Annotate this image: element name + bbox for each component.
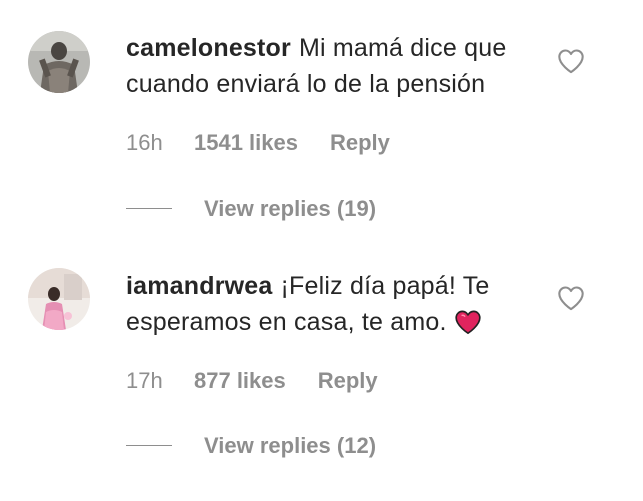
heart-icon[interactable] bbox=[557, 48, 585, 74]
divider-line bbox=[126, 207, 172, 209]
comment-username[interactable]: camelonestor bbox=[126, 34, 291, 62]
comment-timestamp: 16h bbox=[126, 130, 163, 155]
reply-button[interactable]: Reply bbox=[318, 368, 378, 394]
comment-meta: 17h 877 likes Reply bbox=[126, 368, 378, 394]
comment-likes[interactable]: 1541 likes bbox=[194, 130, 298, 156]
comment-meta: 16h 1541 likes Reply bbox=[126, 130, 390, 156]
avatar[interactable] bbox=[28, 31, 90, 93]
view-replies-button[interactable]: View replies (19) bbox=[126, 196, 376, 222]
view-replies-label: View replies (12) bbox=[204, 433, 377, 458]
comment-body: camelonestor Mi mamá dice que cuando envi… bbox=[126, 30, 546, 102]
avatar[interactable] bbox=[28, 268, 90, 330]
comment-username[interactable]: iamandrwea bbox=[126, 272, 273, 300]
red-heart-emoji-icon bbox=[453, 309, 483, 345]
view-replies-button[interactable]: View replies (12) bbox=[126, 433, 376, 459]
comment-body: iamandrwea ¡Feliz día papá! Te esperamos … bbox=[126, 268, 546, 345]
divider-line bbox=[126, 444, 172, 446]
reply-button[interactable]: Reply bbox=[330, 130, 390, 156]
comment-timestamp: 17h bbox=[126, 368, 163, 393]
comment-likes[interactable]: 877 likes bbox=[194, 368, 286, 394]
view-replies-label: View replies (19) bbox=[204, 196, 377, 221]
heart-icon[interactable] bbox=[557, 285, 585, 311]
